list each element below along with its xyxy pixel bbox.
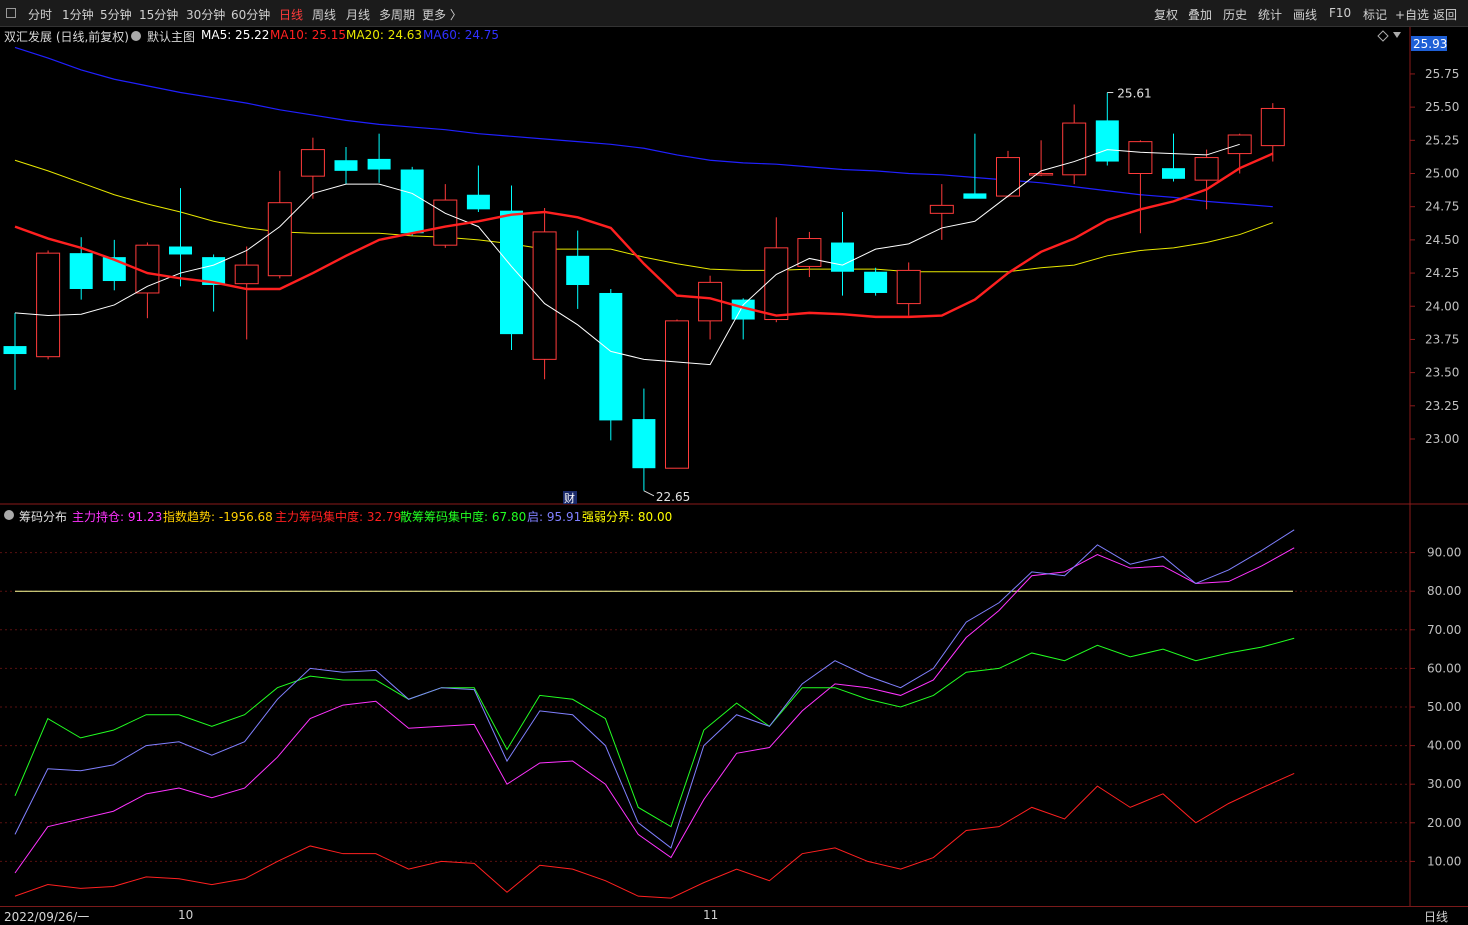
indicator-tick-label: 40.00 [1427, 739, 1461, 753]
price-tick-label: 23.75 [1425, 332, 1459, 346]
price-tick-label: 24.75 [1425, 200, 1459, 214]
candle-body-down [1162, 168, 1185, 179]
candle-body-down [334, 160, 358, 171]
candle-body-down [69, 253, 93, 289]
price-tick-label: 23.00 [1425, 432, 1459, 446]
candle-body-down [566, 255, 590, 286]
indicator-tick-label: 20.00 [1427, 816, 1461, 830]
price-tick-label: 25.25 [1425, 133, 1459, 147]
price-tick-label: 23.25 [1425, 399, 1459, 413]
candle-body-up [764, 247, 789, 321]
indicator-tick-label: 30.00 [1427, 777, 1461, 791]
candle-body-down [864, 271, 888, 293]
low-pointer [643, 490, 655, 497]
high-price-label: 25.61 [1117, 87, 1151, 101]
price-tick-label: 24.50 [1425, 233, 1459, 247]
candle-body-up [1128, 141, 1153, 174]
candle-body-up [1194, 157, 1219, 181]
month-marker-oct: 10 [178, 908, 194, 922]
price-tick-label: 25.00 [1425, 167, 1459, 181]
candle-body-down [367, 158, 391, 170]
candle-body-up [665, 320, 689, 469]
candle-body-up [36, 252, 61, 358]
price-tick-label: 24.00 [1425, 299, 1459, 313]
indicator-tick-label: 70.00 [1427, 623, 1461, 637]
price-tick-label: 23.50 [1425, 366, 1459, 380]
start-date: 2022/09/26/一 [4, 910, 90, 924]
candle-body-up [1062, 122, 1087, 176]
price-tick-label: 25.75 [1425, 67, 1459, 81]
candle-body-up [1260, 107, 1285, 147]
candle-body-up [234, 264, 259, 285]
ma10-line [14, 152, 1274, 319]
scattered-concentration-line [14, 637, 1295, 828]
indicator-tick-label: 10.00 [1427, 854, 1461, 868]
candle-body-up [433, 199, 458, 246]
candle-body-down [599, 292, 623, 421]
month-marker-nov: 11 [703, 908, 719, 922]
indicator-tick-label: 90.00 [1427, 546, 1461, 560]
chart-canvas[interactable]: 25.75 25.50 25.25 25.00 24.75 24.50 24.25 24.00… [0, 0, 1468, 924]
candle-body-up [929, 204, 954, 214]
candle-body-down [3, 346, 27, 355]
main-position-line [14, 547, 1295, 874]
current-price-label: 25.93 [1413, 37, 1447, 51]
candle-body-up [532, 231, 557, 360]
price-tick-label: 24.25 [1425, 266, 1459, 280]
price-tick-label: 25.50 [1425, 100, 1459, 114]
indicator-tick-label: 60.00 [1427, 661, 1461, 675]
date-axis-bar: 2022/09/26/一 10 11 日线 [0, 906, 1468, 924]
candle-body-down [963, 193, 987, 199]
period-indicator[interactable]: 日线 [1424, 908, 1448, 925]
diamond-icon [1377, 30, 1389, 42]
candle-body-down [1095, 120, 1119, 162]
qi-line [14, 529, 1295, 849]
indicator-tick-label: 80.00 [1427, 584, 1461, 598]
candle-body-down [500, 210, 523, 335]
low-price-label: 22.65 [656, 490, 690, 504]
candle-body-up [896, 269, 921, 305]
candle-body-down [831, 242, 854, 272]
candle-body-down [169, 246, 192, 255]
candle-body-up [267, 202, 292, 277]
candle-body-up [300, 149, 325, 177]
candle-body-down [632, 419, 656, 469]
indicator-tick-label: 50.00 [1427, 700, 1461, 714]
candle-body-up [1029, 173, 1054, 176]
candle-body-down [466, 194, 490, 210]
ma20-line [14, 159, 1273, 273]
ma5-line [14, 143, 1240, 366]
candle-body-down [400, 169, 424, 234]
financial-report-marker: 财 [564, 491, 575, 505]
dropdown-triangle-icon [1393, 32, 1401, 38]
